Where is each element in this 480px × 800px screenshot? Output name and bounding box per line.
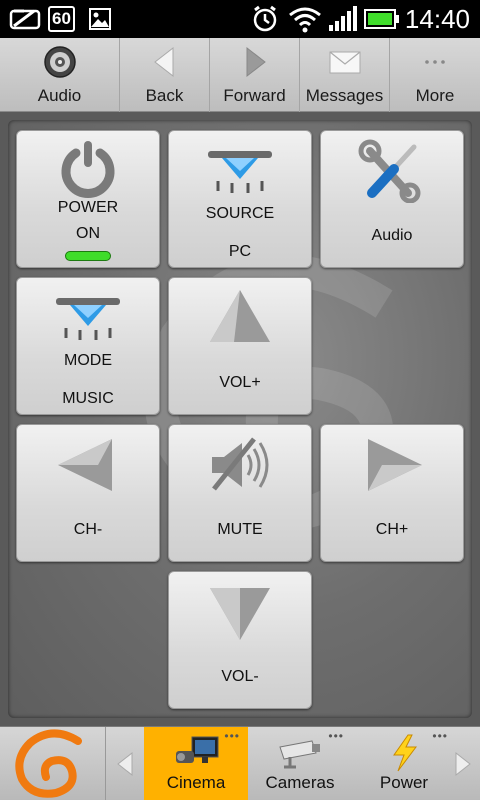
audio-button-label: Audio xyxy=(37,86,82,105)
source-button[interactable]: SOURCE PC xyxy=(168,130,312,268)
notification-count: 60 xyxy=(48,6,75,32)
forward-arrow-icon xyxy=(246,46,266,78)
forward-button-label: Forward xyxy=(223,86,286,105)
mode-input-icon xyxy=(56,298,120,340)
mute-speaker-icon xyxy=(212,437,269,491)
power-led-indicator xyxy=(65,251,111,261)
audio-tile-button[interactable]: Audio xyxy=(320,130,464,268)
volume-up-label: VOL+ xyxy=(219,374,261,391)
category-cameras-label: Cameras xyxy=(265,773,335,792)
speaker-icon xyxy=(43,46,76,78)
gallery-icon xyxy=(88,0,112,38)
volume-down-label: VOL- xyxy=(221,668,259,685)
back-arrow-icon xyxy=(153,46,173,78)
back-button-label: Back xyxy=(145,86,184,105)
chevron-left-icon xyxy=(117,751,133,777)
channel-down-button[interactable]: CH- xyxy=(16,424,160,562)
chevron-right-icon xyxy=(455,751,471,777)
tv-projector-icon xyxy=(176,736,219,763)
more-button[interactable]: More xyxy=(390,38,480,112)
screen-rotate-icon xyxy=(8,0,44,38)
volume-down-button[interactable]: VOL- xyxy=(168,571,312,709)
notification-count-badge: 60 xyxy=(48,0,75,38)
status-bar: 60 14:40 xyxy=(0,0,480,38)
mute-label: MUTE xyxy=(217,521,263,538)
more-button-label: More xyxy=(415,86,455,105)
more-dots-icon xyxy=(425,60,445,64)
signal-strength-icon xyxy=(328,0,358,38)
audio-button[interactable]: Audio xyxy=(0,38,120,112)
up-triangle-icon xyxy=(210,290,270,342)
category-cinema-more[interactable]: ••• xyxy=(224,729,240,743)
forward-button[interactable]: Forward xyxy=(210,38,300,112)
power-button[interactable]: POWER ON xyxy=(16,130,160,268)
right-triangle-icon xyxy=(368,439,422,491)
battery-icon xyxy=(364,0,400,38)
messages-button-label: Messages xyxy=(305,86,384,105)
messages-button[interactable]: Messages xyxy=(300,38,390,112)
remote-panel: POWER ON SOURCE PC Audio MODE MUSIC VOL+… xyxy=(8,120,472,718)
app-logo-icon xyxy=(15,729,82,798)
app-logo[interactable] xyxy=(0,727,106,800)
mode-label: MODE xyxy=(64,352,112,369)
channel-down-label: CH- xyxy=(73,521,103,538)
alarm-clock-icon xyxy=(250,0,280,38)
back-button[interactable]: Back xyxy=(120,38,210,112)
left-triangle-icon xyxy=(58,439,112,491)
power-label: POWER xyxy=(57,199,119,216)
lightning-icon xyxy=(393,734,417,772)
audio-tile-label: Audio xyxy=(371,227,413,244)
mode-button[interactable]: MODE MUSIC xyxy=(16,277,160,415)
source-label: SOURCE xyxy=(205,205,275,222)
channel-up-label: CH+ xyxy=(375,521,409,538)
power-icon xyxy=(61,141,115,198)
volume-up-button[interactable]: VOL+ xyxy=(168,277,312,415)
status-time: 14:40 xyxy=(404,3,470,34)
security-camera-icon xyxy=(279,740,320,769)
wifi-icon xyxy=(288,0,322,38)
category-cinema-label: Cinema xyxy=(166,773,226,792)
category-cinema[interactable]: ••• Cinema xyxy=(144,727,248,800)
action-bar: Audio Back Forward Messages More xyxy=(0,38,480,112)
channel-up-button[interactable]: CH+ xyxy=(320,424,464,562)
source-value: PC xyxy=(228,243,252,260)
down-triangle-icon xyxy=(210,588,270,640)
power-state: ON xyxy=(76,225,100,242)
source-input-icon xyxy=(208,151,272,193)
category-bar: ••• Cinema ••• Cameras ••• Power xyxy=(0,726,480,800)
mode-value: MUSIC xyxy=(62,390,114,407)
category-scroll-right-button[interactable] xyxy=(446,727,480,800)
category-power[interactable]: ••• Power xyxy=(352,727,456,800)
category-scroll-left-button[interactable] xyxy=(108,727,142,800)
category-power-label: Power xyxy=(379,773,429,792)
remote-area: POWER ON SOURCE PC Audio MODE MUSIC VOL+… xyxy=(0,112,480,726)
tools-icon xyxy=(358,139,421,203)
category-cameras[interactable]: ••• Cameras xyxy=(248,727,352,800)
category-cameras-more[interactable]: ••• xyxy=(328,729,344,743)
envelope-icon xyxy=(329,51,360,74)
mute-button[interactable]: MUTE xyxy=(168,424,312,562)
